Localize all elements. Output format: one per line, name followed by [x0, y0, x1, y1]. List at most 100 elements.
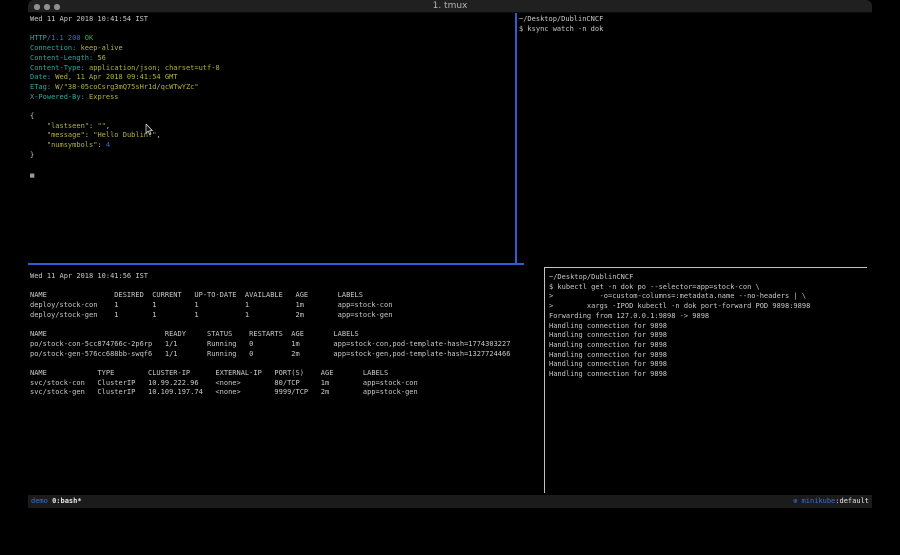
terminal-line [30, 321, 545, 331]
terminal-text-segment: > xargs -IPOD kubectl -n dok port-forwar… [549, 302, 810, 310]
terminal-line: "numsymbols": 4 [30, 141, 515, 151]
terminal-line [30, 359, 545, 369]
pane-port-forward[interactable]: ~/Desktop/DublinCNCF $ kubectl get -n dok… [549, 273, 870, 492]
terminal-text-segment: deploy/stock-con 1 1 1 1 1m app=stock-co… [30, 301, 392, 309]
terminal-text-segment: ▄ [30, 170, 34, 178]
terminal-line: svc/stock-con ClusterIP 10.99.222.96 <no… [30, 379, 545, 389]
pane-divider-horizontal-active[interactable] [28, 263, 524, 265]
terminal-text-segment: po/stock-gen-576cc688bb-swqf6 1/1 Runnin… [30, 350, 510, 358]
terminal-line [30, 282, 545, 292]
terminal-text-segment: , [156, 131, 160, 139]
pane-http-response[interactable]: Wed 11 Apr 2018 10:41:54 IST HTTP/1.1 20… [30, 15, 515, 262]
kube-namespace: :default [835, 497, 869, 505]
terminal-text-segment: Content-Type: [30, 64, 85, 72]
terminal-line: ~/Desktop/DublinCNCF [519, 15, 870, 25]
terminal-text-segment: svc/stock-con ClusterIP 10.99.222.96 <no… [30, 379, 418, 387]
terminal-line: Handling connection for 9898 [549, 322, 870, 332]
pane-ksync[interactable]: ~/Desktop/DublinCNCF $ ksync watch -n dok [519, 15, 870, 262]
terminal-text-segment: Connection: [30, 44, 76, 52]
status-right: ⊛ minikube:default [793, 495, 869, 508]
terminal-text-segment: ~/Desktop/DublinCNCF [519, 15, 603, 23]
terminal-line: Content-Length: 56 [30, 54, 515, 64]
terminal-text-segment: HTTP [30, 34, 47, 42]
status-left: demo 0:bash* [31, 495, 82, 508]
terminal-text-segment: Handling connection for 9898 [549, 360, 667, 368]
terminal-line: NAME DESIRED CURRENT UP-TO-DATE AVAILABL… [30, 291, 545, 301]
terminal-line: > xargs -IPOD kubectl -n dok port-forwar… [549, 302, 870, 312]
pane-divider-vertical[interactable] [544, 267, 545, 493]
terminal-line: Wed 11 Apr 2018 10:41:56 IST [30, 272, 545, 282]
terminal-line: Handling connection for 9898 [549, 370, 870, 380]
terminal-line: ~/Desktop/DublinCNCF [549, 273, 870, 283]
terminal-text-segment: /1.1 200 [47, 34, 85, 42]
terminal-line: NAME TYPE CLUSTER-IP EXTERNAL-IP PORT(S)… [30, 369, 545, 379]
terminal-text-segment: deploy/stock-gen 1 1 1 1 2m app=stock-ge… [30, 311, 392, 319]
terminal-line: deploy/stock-con 1 1 1 1 1m app=stock-co… [30, 301, 545, 311]
terminal-line: ETag: W/"38-05coCsrg3mQ75sHr1d/qcWTwYZc" [30, 83, 515, 93]
terminal-line: Date: Wed, 11 Apr 2018 09:41:54 GMT [30, 73, 515, 83]
pane-kubectl-get[interactable]: Wed 11 Apr 2018 10:41:56 IST NAME DESIRE… [30, 272, 545, 492]
kube-context: minikube [797, 497, 835, 505]
pane-divider-horizontal[interactable] [545, 267, 867, 268]
window-list-item[interactable]: 0:bash* [52, 497, 82, 505]
terminal-text-segment: Handling connection for 9898 [549, 341, 667, 349]
terminal-text-segment: ~/Desktop/DublinCNCF [549, 273, 633, 281]
terminal-text-segment: Content-Length: [30, 54, 93, 62]
terminal-line: ▄ [30, 170, 515, 180]
terminal-line: deploy/stock-gen 1 1 1 1 2m app=stock-ge… [30, 311, 545, 321]
terminal-text-segment: { [30, 112, 34, 120]
terminal-line: Handling connection for 9898 [549, 360, 870, 370]
terminal-text-segment: Forwarding from 127.0.0.1:9898 -> 9898 [549, 312, 709, 320]
terminal-line: Handling connection for 9898 [549, 351, 870, 361]
terminal-text-segment: ETag: [30, 83, 51, 91]
terminal-text-segment: Wed 11 Apr 2018 10:41:54 IST [30, 15, 148, 23]
terminal-text-segment: Handling connection for 9898 [549, 331, 667, 339]
terminal-text-segment: W/"38-05coCsrg3mQ75sHr1d/qcWTwYZc" [51, 83, 199, 91]
terminal-text-segment: } [30, 151, 34, 159]
terminal-line: Handling connection for 9898 [549, 341, 870, 351]
terminal-text-segment: 4 [106, 141, 110, 149]
window-title: 1. tmux [28, 1, 872, 11]
terminal-line [30, 161, 515, 171]
terminal-text-segment: "numsymbols" [30, 141, 97, 149]
terminal-line: Wed 11 Apr 2018 10:41:54 IST [30, 15, 515, 25]
screen-background: 1. tmux Wed 11 Apr 2018 10:41:54 IST HTT… [0, 0, 900, 555]
terminal-text-segment: svc/stock-gen ClusterIP 10.109.197.74 <n… [30, 388, 418, 396]
terminal-text-segment: "" [97, 122, 105, 130]
mouse-pointer-icon [145, 124, 153, 136]
terminal-line: po/stock-con-5cc874766c-2p6rp 1/1 Runnin… [30, 340, 545, 350]
terminal-text-segment: : [97, 141, 105, 149]
terminal-text-segment: "lastseen" [30, 122, 89, 130]
terminal-text-segment: Express [85, 93, 119, 101]
terminal-window: 1. tmux Wed 11 Apr 2018 10:41:54 IST HTT… [28, 0, 872, 509]
window-titlebar[interactable]: 1. tmux [28, 0, 872, 13]
terminal-text-segment: $ ksync watch -n dok [519, 25, 603, 33]
terminal-line: NAME READY STATUS RESTARTS AGE LABELS [30, 330, 545, 340]
terminal-line: X-Powered-By: Express [30, 93, 515, 103]
terminal-text-segment: Wed 11 Apr 2018 10:41:56 IST [30, 272, 148, 280]
terminal-line: po/stock-gen-576cc688bb-swqf6 1/1 Runnin… [30, 350, 545, 360]
pane-divider-vertical-active[interactable] [515, 13, 517, 264]
terminal-text-segment: "message" [30, 131, 85, 139]
terminal-text-segment: 56 [93, 54, 106, 62]
terminal-text-segment: Date: [30, 73, 51, 81]
terminal-text-segment: > -o=custom-columns=:metadata.name --no-… [549, 292, 806, 300]
terminal-line: $ kubectl get -n dok po --selector=app=s… [549, 283, 870, 293]
terminal-text-segment: NAME READY STATUS RESTARTS AGE LABELS [30, 330, 359, 338]
terminal-line: svc/stock-gen ClusterIP 10.109.197.74 <n… [30, 388, 545, 398]
terminal-text-segment: Wed, 11 Apr 2018 09:41:54 GMT [51, 73, 177, 81]
terminal-line: Forwarding from 127.0.0.1:9898 -> 9898 [549, 312, 870, 322]
session-name: demo [31, 497, 48, 505]
terminal-text-segment: Handling connection for 9898 [549, 370, 667, 378]
tmux-status-bar: demo 0:bash* ⊛ minikube:default [28, 495, 872, 508]
terminal-text-segment: Handling connection for 9898 [549, 351, 667, 359]
terminal-text-segment: X-Powered-By: [30, 93, 85, 101]
terminal-text-segment: , [106, 122, 110, 130]
terminal-text-segment: Handling connection for 9898 [549, 322, 667, 330]
terminal-text-segment: NAME TYPE CLUSTER-IP EXTERNAL-IP PORT(S)… [30, 369, 388, 377]
terminal-text-segment: keep-alive [76, 44, 122, 52]
terminal-line [30, 25, 515, 35]
terminal-line: Handling connection for 9898 [549, 331, 870, 341]
terminal-line: "message": "Hello Dublin!", [30, 131, 515, 141]
terminal-line: $ ksync watch -n dok [519, 25, 870, 35]
